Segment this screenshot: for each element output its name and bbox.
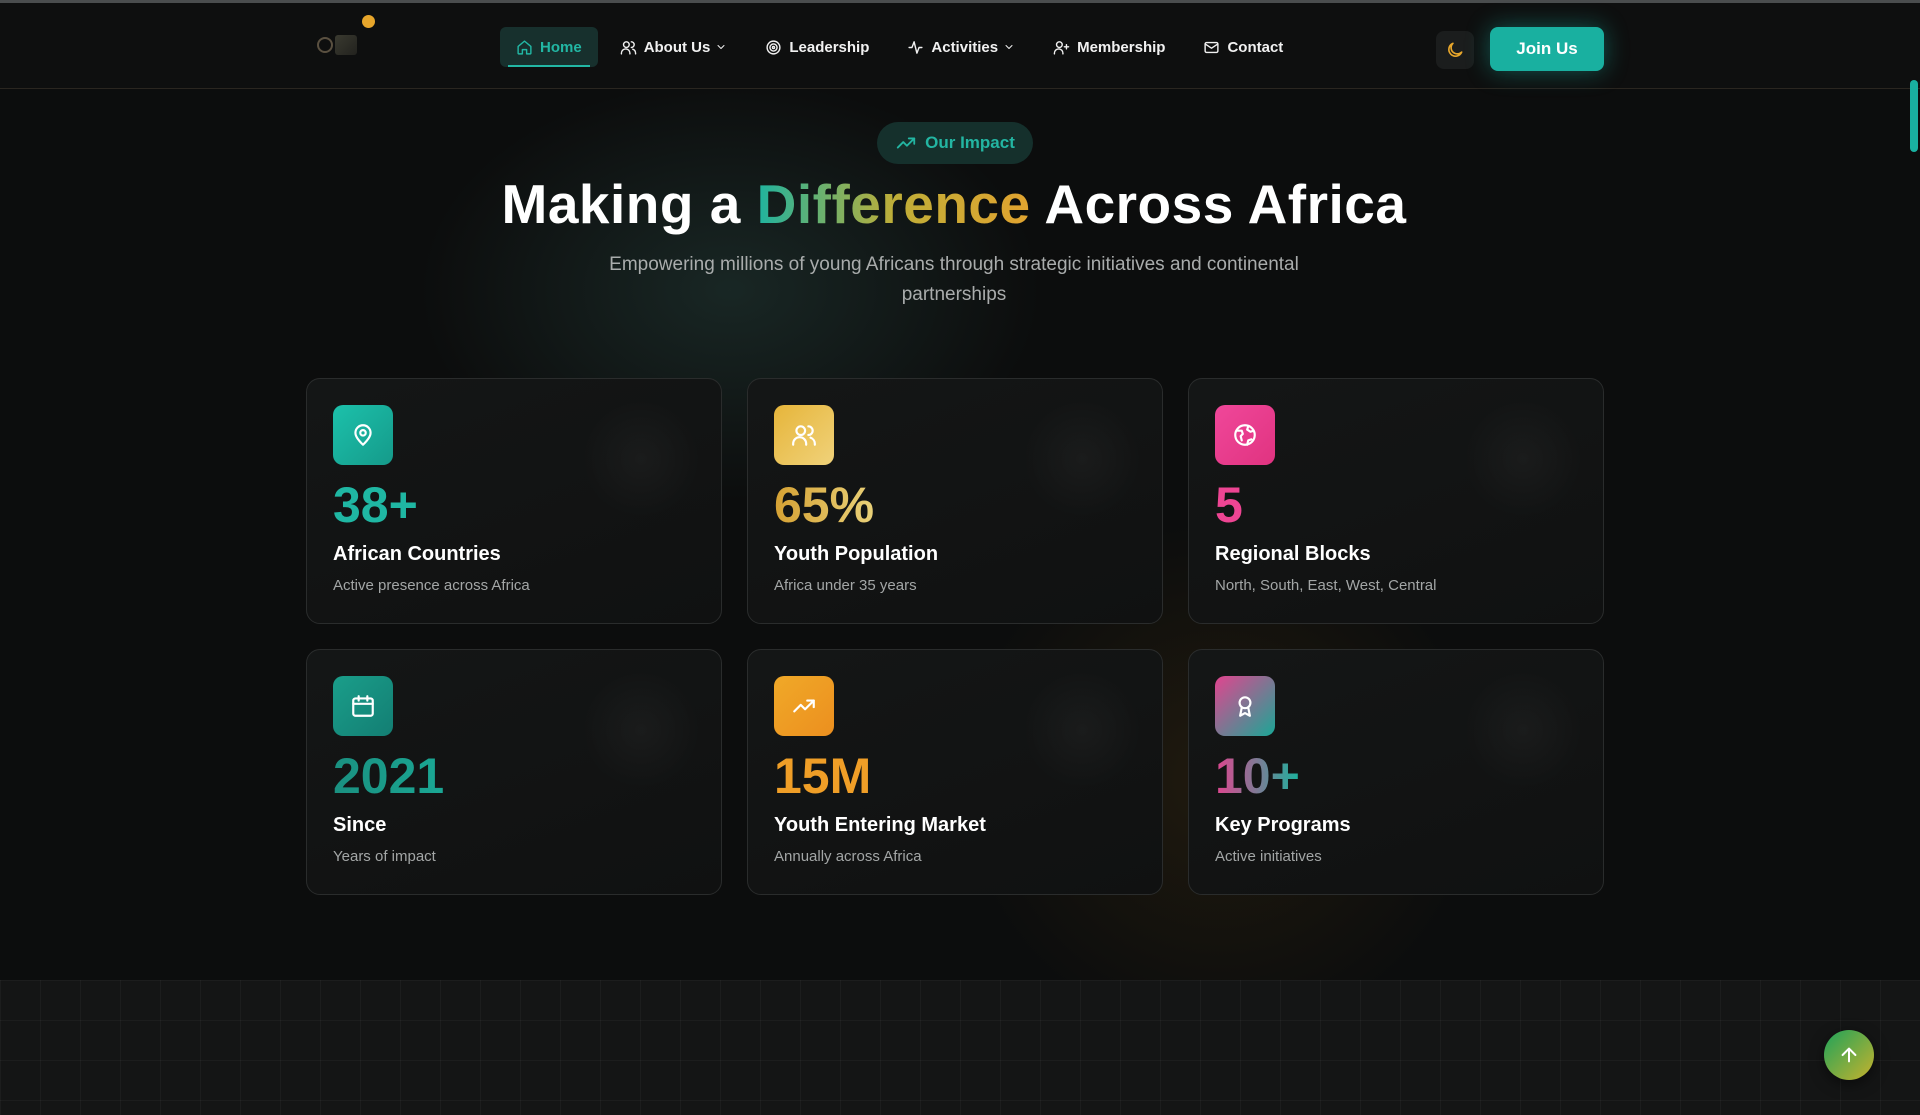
stat-icon-badge: [1215, 676, 1275, 736]
card-glow: [581, 399, 701, 519]
site-header: Home About Us Leadership Activities Memb…: [0, 3, 1920, 89]
stat-value: 65%: [774, 477, 875, 533]
arrow-up-icon: [1841, 1047, 1857, 1063]
stat-card-youth-entering-market: 15M Youth Entering Market Annually acros…: [747, 649, 1163, 895]
stat-description: North, South, East, West, Central: [1215, 577, 1437, 594]
nav-item-label: Membership: [1077, 38, 1166, 56]
stat-card-key-programs: 10+ Key Programs Active initiatives: [1188, 649, 1604, 895]
title-part-2: Across Africa: [1030, 173, 1407, 235]
scrollbar-thumb[interactable]: [1910, 80, 1918, 152]
logo-mark: [335, 35, 357, 55]
nav-item-label: Contact: [1227, 38, 1284, 56]
stat-value: 15M: [774, 748, 872, 804]
stat-label: Key Programs: [1215, 814, 1351, 836]
map-pin-icon: [354, 424, 372, 446]
trending-up-icon: [793, 699, 815, 713]
card-glow: [1463, 670, 1583, 790]
nav-item-label: Home: [540, 38, 582, 56]
globe-icon: [1234, 424, 1256, 446]
section-badge: Our Impact: [877, 122, 1033, 164]
stat-description: Active presence across Africa: [333, 577, 530, 594]
stat-label: African Countries: [333, 543, 501, 565]
mail-icon: [1204, 41, 1220, 53]
moon-icon: [1448, 42, 1463, 57]
stat-card-since: 2021 Since Years of impact: [306, 649, 722, 895]
card-glow: [1022, 670, 1142, 790]
chevron-down-icon: [717, 45, 725, 49]
next-section-grid-background: [0, 980, 1920, 1115]
title-part-1: Making a: [501, 173, 757, 235]
stat-value: 38+: [333, 477, 418, 533]
stat-icon-badge: [774, 676, 834, 736]
users-icon: [792, 425, 816, 446]
stat-description: Annually across Africa: [774, 848, 922, 865]
trending-up-icon: [896, 137, 916, 149]
users-icon: [620, 40, 636, 55]
card-glow: [1022, 399, 1142, 519]
logo-status-dot: [362, 15, 375, 28]
stat-description: Active initiatives: [1215, 848, 1322, 865]
stat-card-countries: 38+ African Countries Active presence ac…: [306, 378, 722, 624]
stat-icon-badge: [333, 405, 393, 465]
card-glow: [1463, 399, 1583, 519]
stat-label: Since: [333, 814, 387, 836]
nav-item-about-us[interactable]: About Us: [604, 27, 744, 67]
stat-card-regional-blocks: 5 Regional Blocks North, South, East, We…: [1188, 378, 1604, 624]
nav-item-label: About Us: [643, 38, 711, 56]
title-accent: Difference: [756, 173, 1031, 235]
stat-label: Youth Entering Market: [774, 814, 986, 836]
stat-description: Africa under 35 years: [774, 577, 917, 594]
page-subtitle: Empowering millions of young Africans th…: [609, 254, 1299, 305]
nav-item-home[interactable]: Home: [500, 27, 598, 67]
calendar-icon: [352, 695, 374, 717]
stat-card-youth-population: 65% Youth Population Africa under 35 yea…: [747, 378, 1163, 624]
stat-icon-badge: [774, 405, 834, 465]
page-title: Making a Difference Across Africa: [0, 172, 1908, 236]
nav-item-activities[interactable]: Activities: [891, 27, 1031, 67]
site-logo[interactable]: [315, 33, 361, 59]
scroll-to-top-button[interactable]: [1824, 1030, 1874, 1080]
user-plus-icon: [1053, 40, 1070, 55]
join-us-button[interactable]: Join Us: [1490, 27, 1604, 71]
stat-value: 5: [1215, 477, 1243, 533]
theme-toggle-button[interactable]: [1436, 31, 1474, 69]
chevron-down-icon: [1005, 45, 1013, 49]
main-nav: Home About Us Leadership Activities Memb…: [500, 27, 1305, 67]
stat-value: 2021: [333, 748, 445, 804]
home-icon: [517, 39, 532, 55]
stat-value: 10+: [1215, 748, 1300, 804]
card-glow: [581, 670, 701, 790]
badge-label: Our Impact: [925, 133, 1015, 152]
stat-label: Youth Population: [774, 543, 939, 565]
stat-label: Regional Blocks: [1215, 543, 1371, 565]
nav-item-contact[interactable]: Contact: [1187, 27, 1299, 67]
stat-icon-badge: [1215, 405, 1275, 465]
nav-item-membership[interactable]: Membership: [1037, 27, 1181, 67]
award-icon: [1238, 696, 1252, 717]
activity-icon: [908, 40, 923, 54]
nav-item-leadership[interactable]: Leadership: [749, 27, 885, 67]
stat-description: Years of impact: [333, 848, 436, 865]
stat-icon-badge: [333, 676, 393, 736]
target-icon: [766, 39, 781, 55]
nav-item-label: Leadership: [789, 38, 870, 56]
nav-item-label: Activities: [931, 38, 999, 56]
logo-ring: [317, 37, 333, 53]
